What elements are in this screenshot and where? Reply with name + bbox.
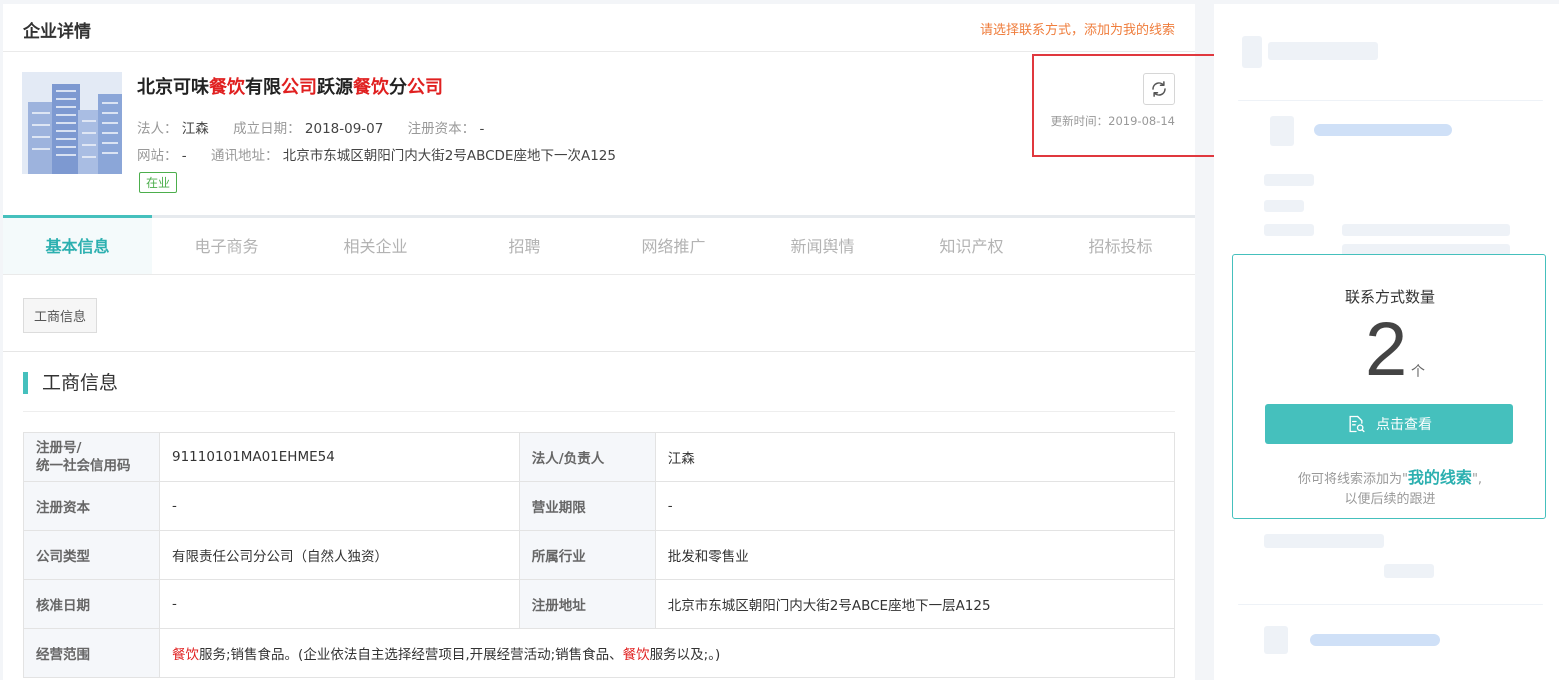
founded-value: 2018-09-07 — [304, 121, 384, 137]
table-key: 核准日期 — [23, 579, 160, 629]
highlight-text: 餐饮 — [622, 647, 650, 663]
scope-text: 服务;销售食品。(企业依法自主选择经营项目,开展经营活动;销售食品、 — [199, 647, 623, 663]
table-value: 有限责任公司分公司（自然人独资） — [159, 530, 520, 580]
business-info-table: 注册号/统一社会信用码 91110101MA01EHME54 法人/负责人 江森… — [23, 432, 1176, 678]
tab-bar: 基本信息 电子商务 相关企业 招聘 网络推广 新闻舆情 知识产权 招标投标 — [3, 215, 1195, 275]
blurred-placeholder — [1264, 534, 1384, 548]
note-text: 以便后续的跟进 — [1344, 492, 1436, 507]
table-value: 江森 — [654, 432, 1176, 482]
contact-count-unit: 个 — [1411, 364, 1425, 380]
legal-value: 江森 — [181, 121, 209, 137]
table-value: 北京市东城区朝阳门内大街2号ABCE座地下一层A125 — [654, 579, 1176, 629]
address-label: 通讯地址： — [210, 148, 279, 164]
note-text: 你可将线索添加为" — [1297, 472, 1408, 487]
company-name-part: 有限 — [245, 77, 281, 98]
company-name-highlight: 公司 — [281, 77, 317, 98]
tab-related-companies[interactable]: 相关企业 — [301, 218, 450, 274]
company-meta-row-1: 法人： 江森 成立日期： 2018-09-07 注册资本： - — [137, 117, 504, 137]
blurred-placeholder — [1270, 116, 1294, 146]
blurred-placeholder — [1264, 200, 1304, 212]
view-contacts-label: 点击查看 — [1376, 417, 1432, 433]
website-label: 网站： — [137, 148, 178, 164]
blurred-placeholder — [1342, 224, 1510, 236]
table-key: 注册号/统一社会信用码 — [23, 432, 160, 482]
company-logo-image — [22, 72, 122, 174]
company-name: 北京可味餐饮有限公司跃源餐饮分公司 — [137, 73, 443, 99]
document-search-icon — [1349, 415, 1365, 433]
contact-card-note: 你可将线索添加为"我的线索", 以便后续的跟进 — [1233, 468, 1547, 510]
tab-ip[interactable]: 知识产权 — [897, 218, 1046, 274]
table-key: 公司类型 — [23, 530, 160, 580]
my-leads-link[interactable]: 我的线索 — [1408, 468, 1472, 487]
divider — [1238, 604, 1543, 605]
company-name-part: 跃源 — [317, 77, 353, 98]
annotation-highlight-box — [1032, 54, 1221, 157]
contact-count-number: 2 — [1365, 307, 1408, 392]
page-title: 企业详情 — [23, 22, 91, 42]
table-row: 注册号/统一社会信用码 91110101MA01EHME54 法人/负责人 江森 — [23, 432, 1176, 482]
company-name-highlight: 餐饮 — [209, 77, 245, 98]
contact-count-card: 联系方式数量 2 个 点击查看 你可将线索添加为"我的线索", 以便后续的跟进 — [1232, 254, 1546, 519]
company-meta-row-2: 网站： - 通讯地址： 北京市东城区朝阳门内大街2号ABCDE座地下一次A125 — [137, 144, 636, 164]
subtab-business-info[interactable]: 工商信息 — [23, 298, 98, 333]
table-key: 注册资本 — [23, 481, 160, 531]
table-value: - — [159, 481, 520, 531]
contact-count-title: 联系方式数量 — [1344, 288, 1435, 306]
company-name-highlight: 餐饮 — [353, 77, 389, 98]
legal-label: 法人： — [137, 121, 178, 137]
company-detail-panel: 企业详情 请选择联系方式，添加为我的线索 北京可味餐饮有限公司跃源餐饮分公司 法… — [3, 4, 1195, 680]
tab-news[interactable]: 新闻舆情 — [748, 218, 897, 274]
key-line: 统一社会信用码 — [36, 458, 131, 474]
divider — [23, 411, 1175, 412]
address-value: 北京市东城区朝阳门内大街2号ABCDE座地下一次A125 — [282, 148, 616, 164]
blurred-placeholder — [1242, 36, 1262, 68]
tab-ecommerce[interactable]: 电子商务 — [152, 218, 301, 274]
divider — [1238, 100, 1543, 101]
tab-bidding[interactable]: 招标投标 — [1046, 218, 1195, 274]
table-row: 核准日期 - 注册地址 北京市东城区朝阳门内大街2号ABCE座地下一层A125 — [23, 579, 1176, 629]
company-name-part: 分 — [389, 77, 407, 98]
tab-basic-info[interactable]: 基本信息 — [3, 215, 152, 274]
section-title: 工商信息 — [23, 372, 118, 394]
table-key: 营业期限 — [518, 481, 656, 531]
capital-value: - — [479, 121, 485, 137]
key-line: 注册号/ — [36, 440, 82, 456]
blurred-placeholder — [1264, 626, 1288, 654]
table-key: 经营范围 — [23, 628, 160, 678]
blurred-placeholder — [1264, 224, 1314, 236]
blurred-placeholder — [1314, 124, 1452, 136]
blurred-placeholder — [1310, 634, 1440, 646]
scope-text: 服务以及;。) — [649, 647, 721, 663]
founded-label: 成立日期： — [233, 121, 301, 137]
blurred-placeholder — [1264, 174, 1314, 186]
table-value: - — [654, 481, 1176, 531]
panel-header: 企业详情 请选择联系方式，添加为我的线索 — [3, 4, 1195, 52]
note-text: ", — [1471, 472, 1483, 487]
divider — [3, 351, 1195, 352]
capital-label: 注册资本： — [407, 121, 476, 137]
tab-recruitment[interactable]: 招聘 — [450, 218, 599, 274]
status-badge: 在业 — [139, 172, 178, 193]
company-name-highlight: 公司 — [407, 77, 443, 98]
table-value: 批发和零售业 — [654, 530, 1176, 580]
add-lead-link[interactable]: 请选择联系方式，添加为我的线索 — [980, 19, 1175, 38]
table-row: 注册资本 - 营业期限 - — [23, 481, 1176, 531]
table-key: 法人/负责人 — [518, 432, 656, 482]
website-value[interactable]: - — [182, 148, 187, 164]
blurred-placeholder — [1384, 564, 1434, 578]
table-key: 注册地址 — [518, 579, 656, 629]
table-row: 经营范围 餐饮服务;销售食品。(企业依法自主选择经营项目,开展经营活动;销售食品… — [23, 628, 1175, 678]
company-name-part: 北京可味 — [137, 77, 209, 98]
table-key: 所属行业 — [518, 530, 656, 580]
company-summary: 北京可味餐饮有限公司跃源餐饮分公司 法人： 江森 成立日期： 2018-09-0… — [3, 52, 1195, 217]
view-contacts-button[interactable]: 点击查看 — [1265, 404, 1513, 444]
table-value: 餐饮服务;销售食品。(企业依法自主选择经营项目,开展经营活动;销售食品、餐饮服务… — [159, 628, 1175, 678]
table-value: - — [159, 579, 520, 629]
blurred-placeholder — [1268, 42, 1378, 60]
table-value: 91110101MA01EHME54 — [159, 432, 520, 482]
highlight-text: 餐饮 — [172, 647, 199, 663]
table-row: 公司类型 有限责任公司分公司（自然人独资） 所属行业 批发和零售业 — [23, 530, 1176, 580]
tab-online-promotion[interactable]: 网络推广 — [599, 218, 748, 274]
